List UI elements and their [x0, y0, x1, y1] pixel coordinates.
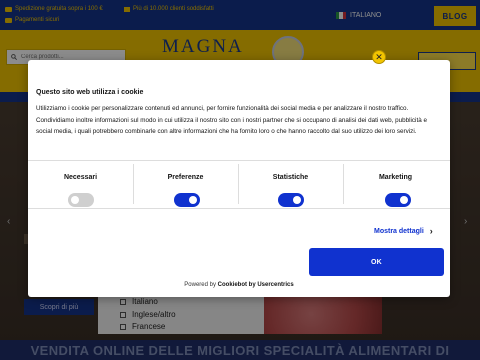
- dialog-title: Questo sito web utilizza i cookie: [36, 89, 144, 96]
- toggle-knob: [189, 196, 197, 204]
- toggle-knob: [293, 196, 301, 204]
- toggle-knob: [400, 196, 408, 204]
- close-icon[interactable]: ✕: [372, 50, 386, 64]
- powered-by-prefix: Powered by: [184, 282, 216, 288]
- category-preferenze-label: Preferenze: [167, 174, 204, 181]
- cookiebot-link[interactable]: Cookiebot by Usercentrics: [218, 282, 294, 288]
- divider: [133, 164, 134, 204]
- dialog-description: Utilizziamo i cookie per personalizzare …: [36, 105, 427, 135]
- ok-button[interactable]: OK: [309, 248, 444, 276]
- show-details-link[interactable]: Mostra dettagli ›: [374, 226, 433, 236]
- powered-by: Powered by Cookiebot by Usercentrics: [28, 282, 450, 288]
- divider: [28, 160, 450, 161]
- divider: [28, 208, 450, 209]
- divider: [238, 164, 239, 204]
- divider: [343, 164, 344, 204]
- toggle-preferenze[interactable]: [174, 193, 200, 207]
- cookie-consent-dialog: Questo sito web utilizza i cookie Utiliz…: [28, 60, 450, 297]
- toggle-necessari: [68, 193, 94, 207]
- chevron-right-icon: ›: [429, 226, 433, 236]
- category-statistiche-label: Statistiche: [272, 174, 309, 181]
- show-details-label: Mostra dettagli: [374, 227, 424, 235]
- category-marketing-label: Marketing: [378, 174, 413, 181]
- toggle-marketing[interactable]: [385, 193, 411, 207]
- category-necessari-label: Necessari: [63, 174, 98, 181]
- toggle-knob: [71, 196, 79, 204]
- toggle-statistiche[interactable]: [278, 193, 304, 207]
